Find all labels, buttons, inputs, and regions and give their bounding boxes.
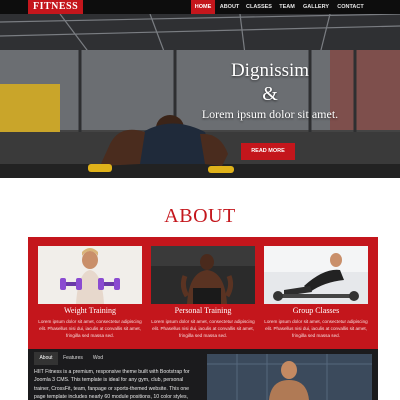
card-text-group-classes: Lorem ipsum dolor sit amet, consectetur … [264, 319, 368, 338]
card-title-weight-training: Weight Training [63, 306, 117, 315]
personal-training-image [151, 246, 255, 304]
about-title: ABOUT [164, 205, 236, 227]
nav-gallery[interactable]: GALLERY [300, 0, 332, 14]
nav-classes[interactable]: CLASSES [244, 0, 274, 14]
group-classes-image [264, 246, 368, 304]
tab-wod[interactable]: Wod [88, 352, 108, 365]
nav-contact[interactable]: CONTACT [334, 0, 367, 14]
navbar: FITNESS HOME ABOUT CLASSES TEAM GALLERY … [0, 0, 400, 14]
hero-subheading: Lorem ipsum dolor sit amet. [201, 107, 339, 121]
nav-about[interactable]: ABOUT [217, 0, 242, 14]
card-title-group-classes: Group Classes [292, 306, 340, 315]
nav-home[interactable]: HOME [191, 0, 215, 14]
tab-features[interactable]: Features [60, 352, 86, 365]
hero-ampersand: & [262, 83, 278, 105]
tab-content-text: HIIT Fitness is a premium, responsive th… [34, 369, 190, 400]
hero-banner: Dignissim & Lorem ipsum dolor sit amet. … [0, 14, 400, 178]
nav-team[interactable]: TEAM [276, 0, 298, 14]
card-text-personal-training: Lorem ipsum dolor sit amet, consectetur … [151, 319, 255, 338]
read-more-button[interactable]: READ MORE [241, 143, 295, 160]
card-title-personal-training: Personal Training [174, 306, 232, 315]
tab-about[interactable]: About [34, 352, 58, 365]
trainer-image [207, 354, 372, 400]
brand-logo[interactable]: FITNESS [28, 0, 84, 14]
hero-heading: Dignissim [230, 60, 310, 81]
weight-training-image [38, 246, 142, 304]
card-text-weight-training: Lorem ipsum dolor sit amet, consectetur … [38, 319, 142, 338]
